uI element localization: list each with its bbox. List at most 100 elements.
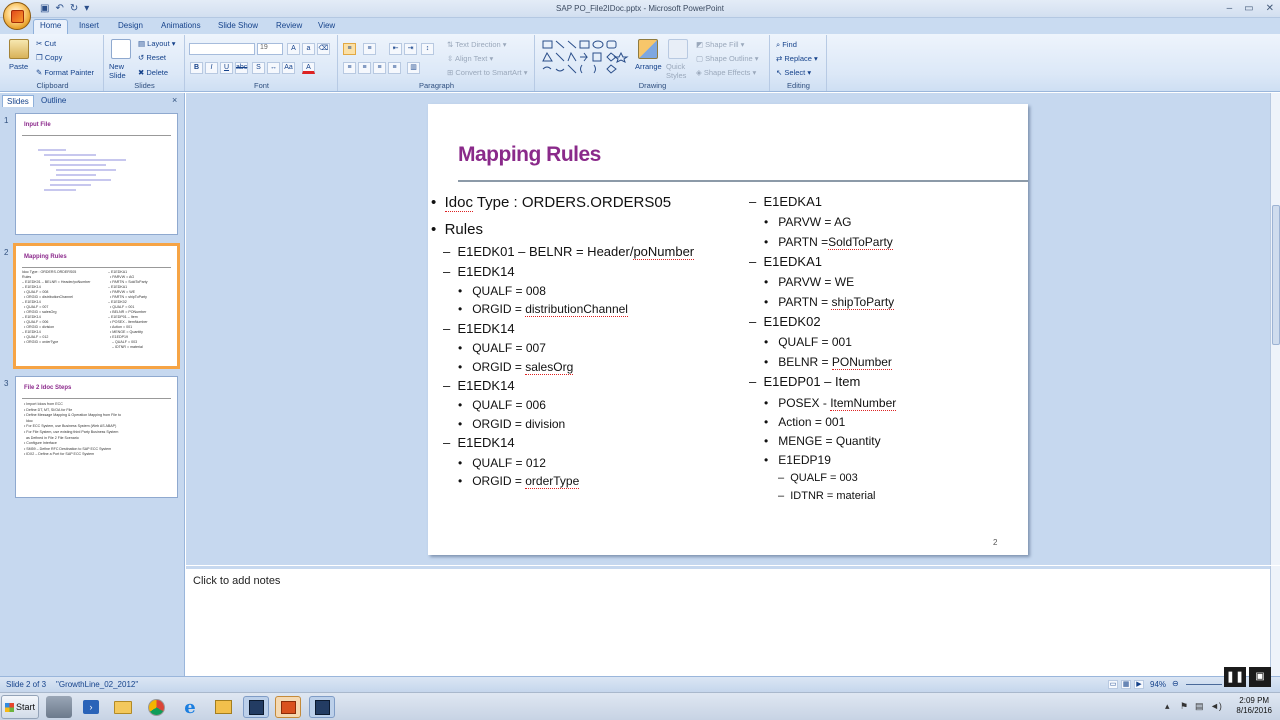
maximize-icon[interactable]: ▭ xyxy=(1244,3,1253,14)
tab-design[interactable]: Design xyxy=(112,20,149,31)
line-spacing-icon[interactable]: ↕ xyxy=(421,43,434,55)
strikethrough-icon[interactable]: abc xyxy=(235,62,248,74)
arrange-icon[interactable] xyxy=(638,39,658,59)
notes-pane[interactable]: Click to add notes xyxy=(186,566,1270,676)
field-orgid[interactable]: • ORGID = distributionChannel xyxy=(458,302,628,317)
paste-button[interactable]: Paste xyxy=(9,62,28,71)
scroll-thumb[interactable] xyxy=(1272,205,1280,345)
pane-close-icon[interactable]: × xyxy=(172,95,177,105)
segment-e1edk02[interactable]: – E1EDK02 xyxy=(749,314,821,329)
zoom-out-icon[interactable]: ⊖ xyxy=(1172,679,1179,688)
field-action[interactable]: • Action = 001 xyxy=(764,415,845,429)
normal-view-icon[interactable]: ▭ xyxy=(1108,680,1118,689)
select-button[interactable]: ↖ Select ▾ xyxy=(776,68,811,77)
zoom-level[interactable]: 94% xyxy=(1150,680,1166,689)
powershell-icon[interactable]: › xyxy=(78,696,104,718)
numbering-icon[interactable]: ≡ xyxy=(363,43,376,55)
field-qualf[interactable]: – QUALF = 003 xyxy=(778,472,858,484)
clock[interactable]: 2:09 PM 8/16/2016 xyxy=(1236,696,1272,716)
quick-styles-button[interactable]: Quick Styles xyxy=(666,62,688,80)
notes-scrollbar[interactable] xyxy=(1270,566,1280,676)
segment-e1edk14-3[interactable]: – E1EDK14 xyxy=(443,378,515,393)
slide-thumbnail-2[interactable]: Mapping Rules Idoc Type : ORDERS.ORDERS0… xyxy=(13,243,180,369)
increase-indent-icon[interactable]: ⇥ xyxy=(404,43,417,55)
segment-e1edk14-2[interactable]: – E1EDK14 xyxy=(443,321,515,336)
minimize-icon[interactable]: – xyxy=(1227,3,1233,14)
field-parvw[interactable]: • PARVW = WE xyxy=(764,275,854,289)
tab-insert[interactable]: Insert xyxy=(73,20,105,31)
clear-format-icon[interactable]: ⌫ xyxy=(317,43,330,55)
grow-font-icon[interactable]: A xyxy=(287,43,300,55)
segment-e1edk14-1[interactable]: – E1EDK14 xyxy=(443,264,515,279)
app-icon[interactable] xyxy=(309,696,335,718)
field-orgid[interactable]: • ORGID = division xyxy=(458,417,565,431)
new-slide-icon[interactable] xyxy=(111,39,131,59)
font-name-combo[interactable] xyxy=(189,43,255,55)
notes-placeholder[interactable]: Click to add notes xyxy=(193,575,280,587)
tab-slide-show[interactable]: Slide Show xyxy=(212,20,264,31)
segment-e1edp19[interactable]: • E1EDP19 xyxy=(764,453,831,467)
tab-view[interactable]: View xyxy=(312,20,341,31)
tab-home[interactable]: Home xyxy=(33,19,69,34)
field-belnr[interactable]: • BELNR = PONumber xyxy=(764,355,892,370)
justify-icon[interactable]: ≡ xyxy=(388,62,401,74)
reset-button[interactable]: ↺ Reset xyxy=(138,53,166,62)
paste-icon[interactable] xyxy=(9,39,29,59)
change-case-icon[interactable]: Aa xyxy=(282,62,295,74)
field-idtnr[interactable]: – IDTNR = material xyxy=(778,490,876,502)
field-qualf[interactable]: • QUALF = 012 xyxy=(458,456,546,470)
field-partn[interactable]: • PARTN =SoldToParty xyxy=(764,235,893,250)
shadow-icon[interactable]: S xyxy=(252,62,265,74)
explorer-icon[interactable] xyxy=(110,696,136,718)
powerpoint-taskbar-icon[interactable] xyxy=(275,696,301,718)
field-menge[interactable]: • MENGE = Quantity xyxy=(764,434,881,448)
field-orgid[interactable]: • ORGID = salesOrg xyxy=(458,360,574,375)
segment-e1edk14-4[interactable]: – E1EDK14 xyxy=(443,435,515,450)
field-posex[interactable]: • POSEX - ItemNumber xyxy=(764,396,897,411)
field-orgid[interactable]: • ORGID = orderType xyxy=(458,474,580,489)
font-size-combo[interactable]: 19 xyxy=(257,43,283,55)
segment-e1edp01[interactable]: – E1EDP01 – Item xyxy=(749,374,860,389)
quick-styles-icon[interactable] xyxy=(668,39,688,59)
folder-icon[interactable] xyxy=(210,696,236,718)
shrink-font-icon[interactable]: a xyxy=(302,43,315,55)
start-button[interactable]: Start xyxy=(1,695,39,719)
slideshow-view-icon[interactable]: ▶ xyxy=(1134,680,1144,689)
align-center-icon[interactable]: ≡ xyxy=(358,62,371,74)
bold-icon[interactable]: B xyxy=(190,62,203,74)
text-direction-button[interactable]: ⇅ Text Direction ▾ xyxy=(447,40,507,49)
segment-e1edka1-1[interactable]: – E1EDKA1 xyxy=(749,194,822,209)
slide-title[interactable]: Mapping Rules xyxy=(458,143,601,167)
image-icon[interactable]: ▣ xyxy=(1249,667,1271,687)
office-button[interactable] xyxy=(3,2,31,30)
field-qualf[interactable]: • QUALF = 001 xyxy=(764,335,852,349)
tab-slides-pane[interactable]: Slides xyxy=(2,95,34,107)
shape-effects-button[interactable]: ◈ Shape Effects ▾ xyxy=(696,68,756,77)
slide-thumbnail-1[interactable]: Input File xyxy=(15,113,178,235)
replace-button[interactable]: ⇄ Replace ▾ xyxy=(776,54,818,63)
sorter-view-icon[interactable]: ▦ xyxy=(1121,680,1131,689)
volume-icon[interactable]: ◄) xyxy=(1210,701,1222,711)
find-button[interactable]: ⌕ Find xyxy=(776,40,797,50)
decrease-indent-icon[interactable]: ⇤ xyxy=(389,43,402,55)
field-qualf[interactable]: • QUALF = 007 xyxy=(458,341,546,355)
field-qualf[interactable]: • QUALF = 008 xyxy=(458,284,546,298)
field-parvw[interactable]: • PARVW = AG xyxy=(764,215,851,229)
rule-e1edk01[interactable]: – E1EDK01 – BELNR = Header/poNumber xyxy=(443,244,695,260)
field-partn[interactable]: • PARTN = shipToParty xyxy=(764,295,895,310)
align-right-icon[interactable]: ≡ xyxy=(373,62,386,74)
convert-smartart-button[interactable]: ⊞ Convert to SmartArt ▾ xyxy=(447,68,528,77)
field-qualf[interactable]: • QUALF = 006 xyxy=(458,398,546,412)
shape-fill-button[interactable]: ◩ Shape Fill ▾ xyxy=(696,40,744,49)
italic-icon[interactable]: I xyxy=(205,62,218,74)
layout-button[interactable]: ▤ Layout ▾ xyxy=(138,39,176,48)
tab-review[interactable]: Review xyxy=(270,20,308,31)
chrome-icon[interactable] xyxy=(143,696,169,718)
align-text-button[interactable]: ⇳ Align Text ▾ xyxy=(447,54,493,63)
columns-icon[interactable]: ▥ xyxy=(407,62,420,74)
font-color-icon[interactable]: A xyxy=(302,62,315,74)
bullets-icon[interactable]: ≡ xyxy=(343,43,356,55)
format-painter-button[interactable]: ✎ Format Painter xyxy=(36,68,94,77)
segment-e1edka1-2[interactable]: – E1EDKA1 xyxy=(749,254,822,269)
align-left-icon[interactable]: ≡ xyxy=(343,62,356,74)
